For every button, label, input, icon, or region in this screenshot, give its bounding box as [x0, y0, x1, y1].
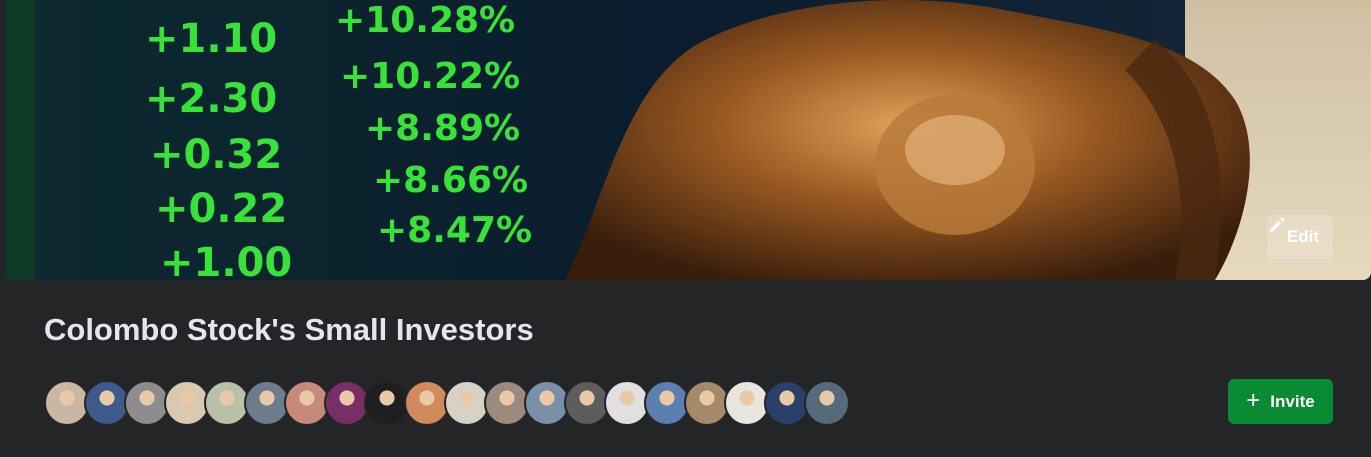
edit-cover-button[interactable]: Edit [1266, 215, 1333, 259]
ticker-percent: +8.66% [373, 160, 528, 201]
plus-icon: + [1246, 386, 1261, 414]
ticker-percent: +8.47% [377, 210, 532, 251]
member-avatar[interactable] [804, 380, 850, 426]
ticker-percent: +8.89% [365, 108, 520, 149]
ticker-value: +0.22 [155, 186, 287, 232]
ticker-percent: +10.22% [340, 56, 520, 97]
cover-photo: +1.10 +2.30 +0.32 +0.22 +1.00 +10.28% +1… [5, 0, 1371, 280]
ticker-value: +1.10 [145, 16, 277, 62]
invite-button[interactable]: + Invite [1228, 379, 1333, 424]
invite-label: Invite [1270, 391, 1315, 411]
group-name: Colombo Stock's Small Investors [44, 312, 534, 347]
ticker-value: +2.30 [145, 76, 277, 122]
edit-label: Edit [1286, 227, 1319, 246]
ticker-value: +1.00 [160, 240, 292, 280]
ticker-value: +0.32 [150, 132, 282, 178]
ticker-left-column: +1.10 +2.30 +0.32 +0.22 +1.00 [145, 16, 292, 280]
member-avatars[interactable] [44, 380, 850, 426]
cover-image: +1.10 +2.30 +0.32 +0.22 +1.00 +10.28% +1… [5, 0, 1371, 280]
ticker-percent: +10.28% [335, 0, 515, 41]
